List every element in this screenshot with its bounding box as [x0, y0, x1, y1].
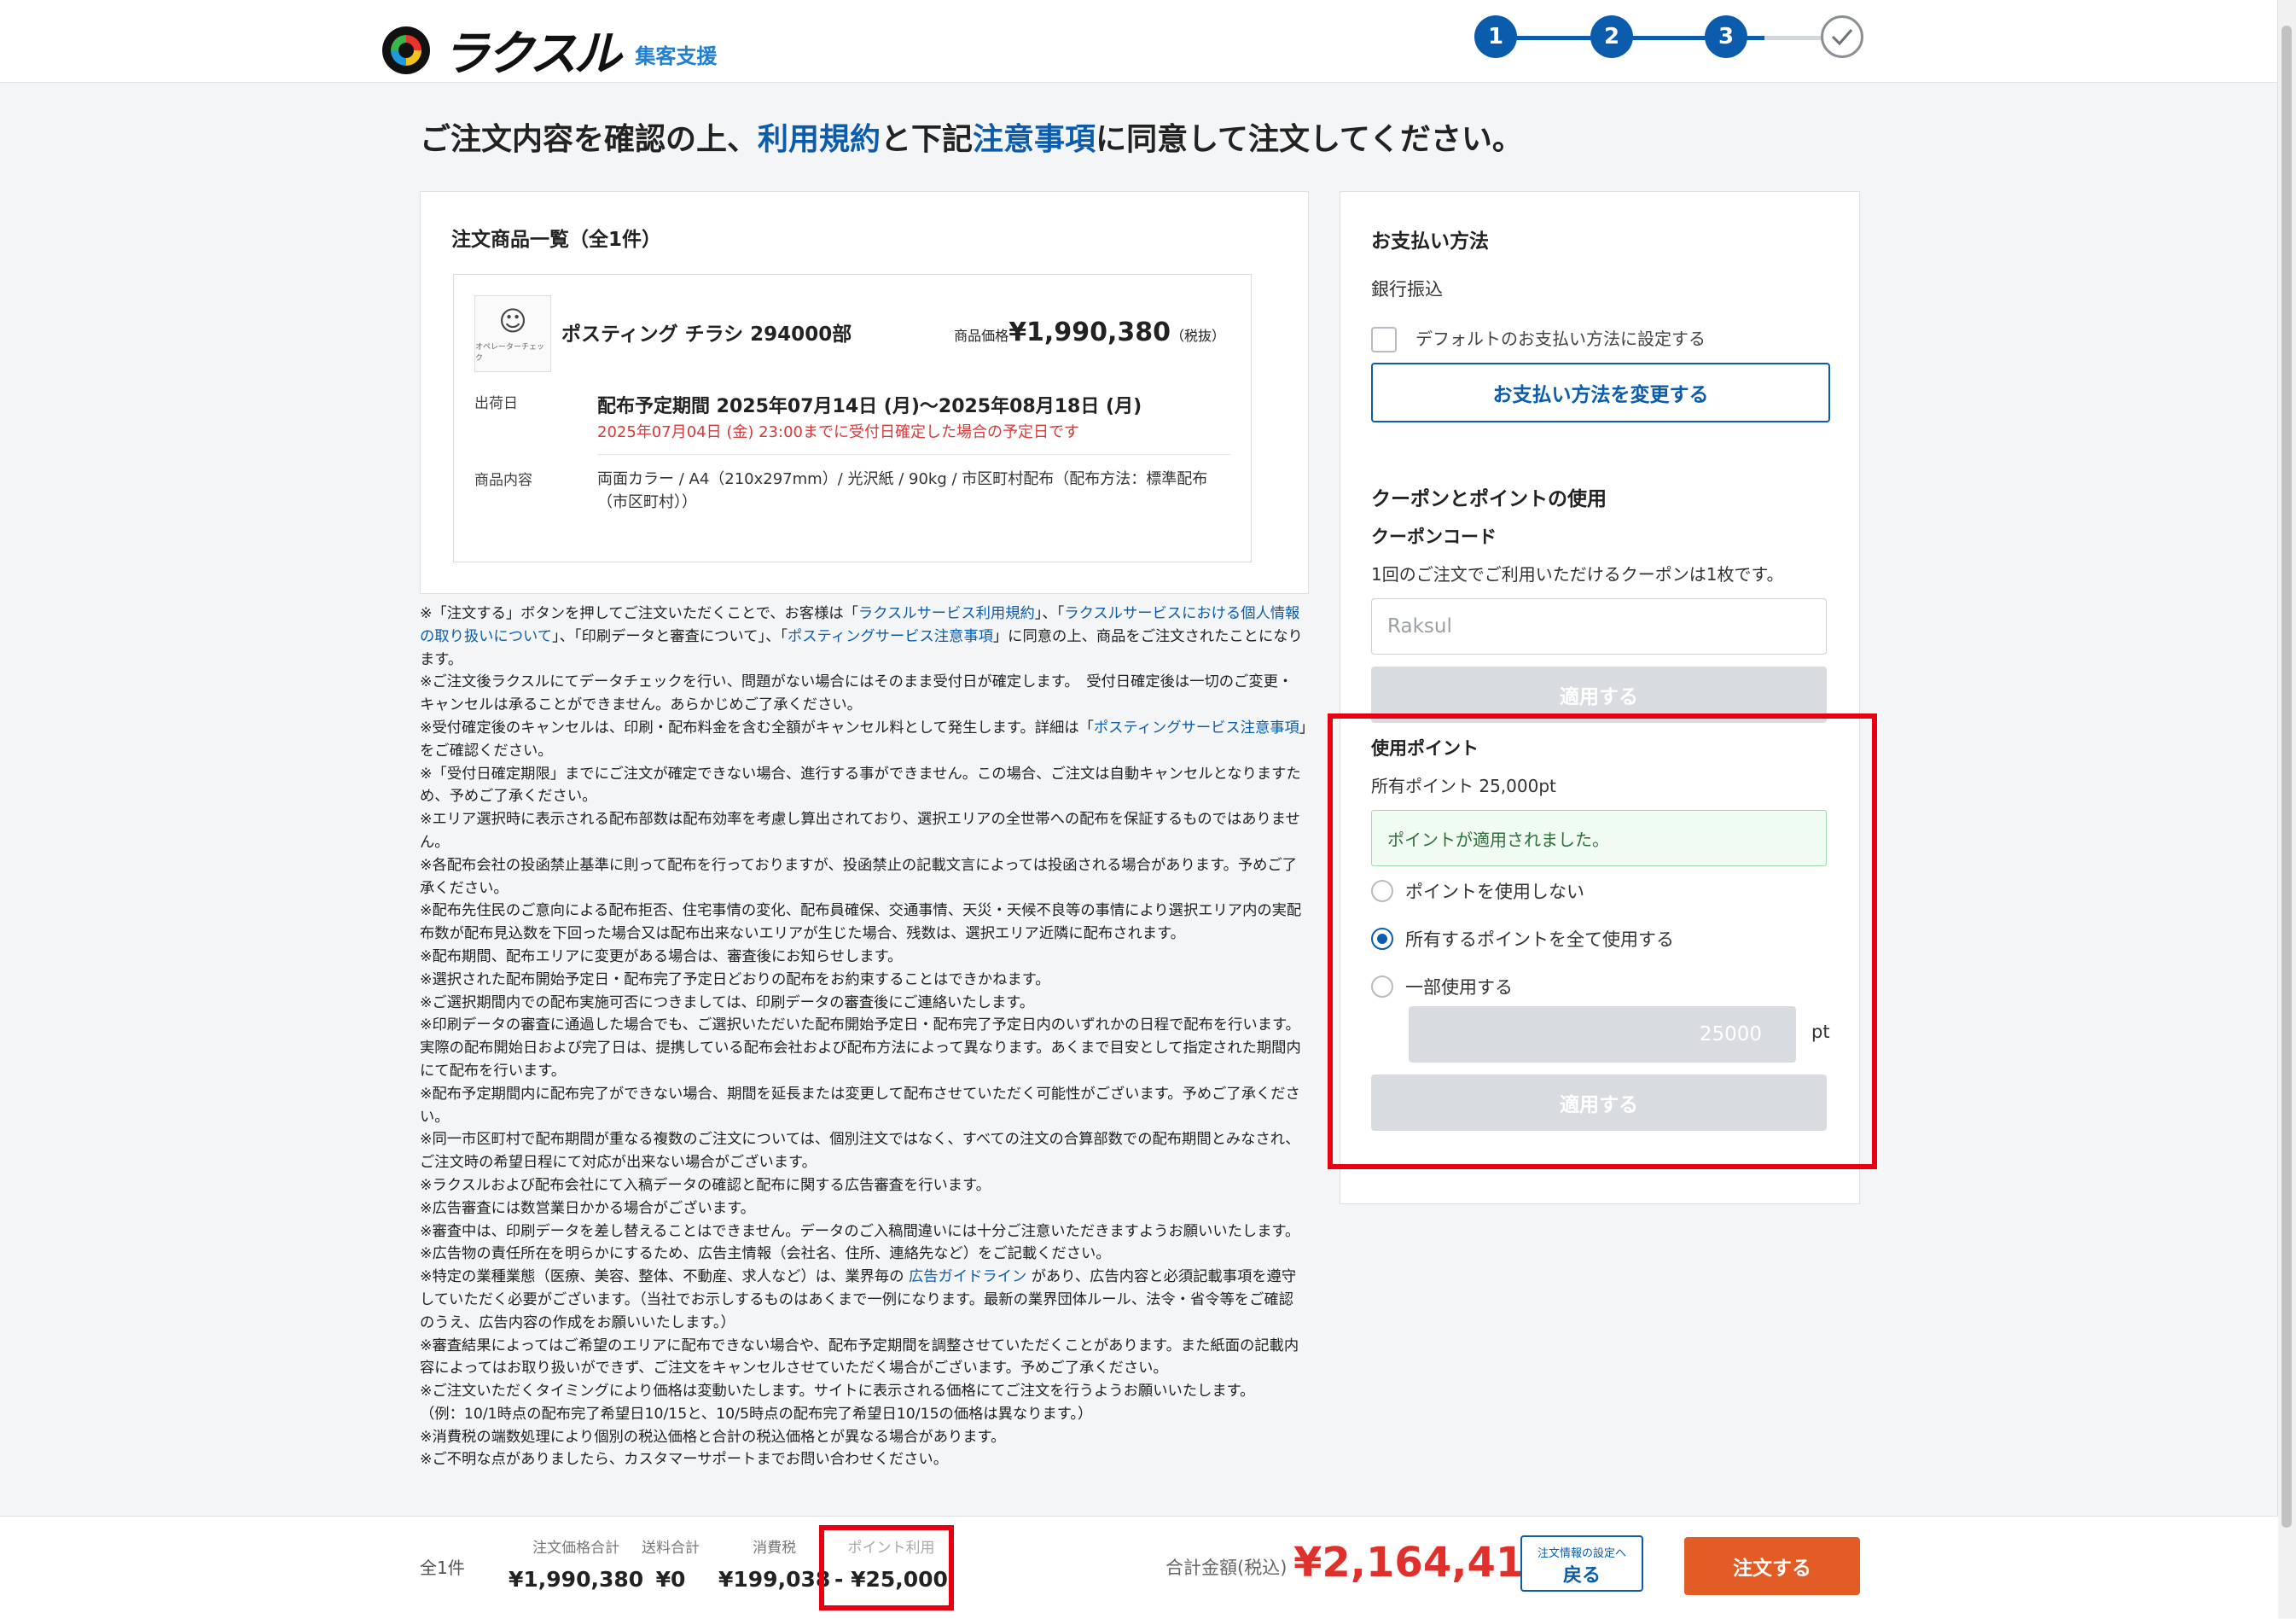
price-label: 商品価格: [954, 328, 1009, 344]
tax-value: ¥199,038: [718, 1567, 831, 1592]
item-count: 全1件: [420, 1558, 465, 1578]
note-line: ※広告審査には数営業日かかる場合がございます。: [420, 1199, 755, 1217]
progress-steps: 1 2 3: [1474, 15, 1863, 60]
cautions-link[interactable]: 注意事項: [973, 122, 1096, 157]
note-line: ※広告物の責任所在を明らかにするため、広告主情報（会社名、住所、連絡先など）をご…: [420, 1245, 1111, 1263]
coupon-code-title: クーポンコード: [1371, 527, 1497, 547]
subtotal-value: ¥1,990,380: [509, 1567, 644, 1592]
note-line: ※「受付日確定期限」までにご注文が確定できない場合、進行する事ができません。この…: [420, 765, 1301, 806]
coupon-input[interactable]: Raksul: [1371, 598, 1827, 655]
headline-text: ご注文内容を確認の上、: [420, 122, 759, 157]
product-item: ☺ オペレーターチェック ポスティング チラシ 294000部 商品価格¥1,9…: [453, 274, 1252, 562]
tax-label: 消費税: [753, 1540, 797, 1557]
note-line: （例：10/1時点の配布完了希望日10/15と、10/5時点の配布完了希望日10…: [420, 1405, 1093, 1423]
points-highlight-box: [1328, 713, 1877, 1169]
posting-cautions-link[interactable]: ポスティングサービス注意事項: [788, 628, 993, 645]
scrollbar-thumb[interactable]: [2281, 26, 2292, 1528]
terms-link[interactable]: 利用規約: [758, 122, 881, 157]
shipping-value: ¥0: [655, 1567, 686, 1592]
total-value: ¥2,164,418: [1293, 1539, 1553, 1587]
headline-text: に同意して注文してください。: [1096, 122, 1523, 157]
note-line: ※配布期間、配布エリアに変更がある場合は、審査後にお知らせします。: [420, 947, 903, 965]
service-terms-link[interactable]: ラクスルサービス利用規約: [858, 605, 1035, 622]
default-payment-checkbox[interactable]: [1371, 327, 1397, 352]
note-line: ※ご不明な点がありましたら、カスタマーサポートまでお問い合わせください。: [420, 1451, 948, 1469]
note-line: ※審査結果によってはご希望のエリアに配布できない場合や、配布予定期間を調整させて…: [420, 1337, 1299, 1377]
note-line: ※受付確定後のキャンセルは、印刷・配布料金を含む全額がキャンセル料として発生しま…: [420, 719, 1307, 760]
coupon-section-title: クーポンとポイントの使用: [1371, 488, 1607, 510]
delivery-period: 配布予定期間 2025年07月14日 (月)〜2025年08月18日 (月): [597, 396, 1142, 417]
note-line: ※ご注文後ラクスルにてデータチェックを行い、問題がない場合にはそのまま受付日が確…: [420, 673, 1293, 714]
note-line: ※ご注文いただくタイミングにより価格は変動いたします。サイトに表示される価格にて…: [420, 1383, 1255, 1401]
coupon-note: 1回のご注文でご利用いただけるクーポンは1枚です。: [1371, 564, 1784, 585]
page-scrollbar[interactable]: [2277, 0, 2296, 1618]
product-thumbnail: ☺ オペレーターチェック: [474, 295, 551, 372]
spec-label: 商品内容: [474, 472, 532, 489]
note-line: ※ラクスルおよび配布会社にて入稿データの確認と配布に関する広告審査を行います。: [420, 1176, 991, 1194]
note-line: ※各配布会社の投函禁止基準に則って配布を行っておりますが、投函禁止の記載文言によ…: [420, 856, 1298, 897]
ad-guideline-link[interactable]: 広告ガイドライン: [909, 1268, 1026, 1285]
logo[interactable]: ラクスル 集客支援: [382, 15, 717, 84]
back-button-subtext: 注文情報の設定へ: [1537, 1547, 1626, 1560]
order-summary-footer: 全1件 注文価格合計 ¥1,990,380 送料合計 ¥0 消費税 ¥199,0…: [0, 1516, 2278, 1619]
place-order-button[interactable]: 注文する: [1684, 1537, 1860, 1595]
check-icon: [1831, 29, 1853, 46]
posting-cautions-link-2[interactable]: ポスティングサービス注意事項: [1094, 719, 1299, 737]
subtotal: 注文価格合計 ¥1,990,380: [509, 1535, 643, 1592]
tax-note: （税抜）: [1170, 328, 1225, 344]
note-line: ※配布予定期間内に配布完了ができない場合、期間を延長または変更して配布させていた…: [420, 1085, 1300, 1126]
ship-date-label: 出荷日: [474, 395, 518, 412]
note-line: ※選択された配布開始予定日・配布完了予定日どおりの配布をお約束することはできかね…: [420, 970, 1050, 988]
operator-icon: ☺: [498, 305, 527, 337]
logo-subtitle: 集客支援: [635, 44, 718, 68]
note-line: ※ご選択期間内での配布実施可否につきましては、印刷データの審査後にご連絡いたしま…: [420, 993, 1035, 1011]
step-1: 1: [1474, 15, 1517, 58]
shipping-total: 送料合計 ¥0: [642, 1535, 700, 1592]
payment-title: お支払い方法: [1371, 230, 1489, 253]
delivery-note: 2025年07月04日 (金) 23:00までに受付日確定した場合の予定日です: [597, 423, 1079, 441]
change-payment-button[interactable]: お支払い方法を変更する: [1371, 363, 1830, 422]
logo-mark-icon: [382, 26, 430, 74]
back-button-label: 戻る: [1562, 1565, 1601, 1587]
product-spec: 両面カラー / A4（210x297mm）/ 光沢紙 / 90kg / 市区町村…: [597, 470, 1208, 511]
note-line: ※印刷データの審査に通過した場合でも、ご選択いただいた配布開始予定日・配布完了予…: [420, 1016, 1300, 1034]
note-line: ※審査中は、印刷データを差し替えることはできません。データのご入稿間違いには十分…: [420, 1222, 1300, 1240]
step-complete: [1821, 15, 1863, 58]
product-name: ポスティング チラシ 294000部: [561, 323, 852, 346]
headline-text: と下記: [881, 122, 974, 157]
subtotal-label: 注文価格合計: [532, 1540, 620, 1557]
order-items-card: 注文商品一覧（全1件） ☺ オペレーターチェック ポスティング チラシ 2940…: [420, 191, 1309, 594]
payment-method: 銀行振込: [1371, 279, 1443, 300]
order-items-title: 注文商品一覧（全1件）: [451, 229, 662, 251]
total-label: 合計金額(税込): [1165, 1558, 1288, 1578]
price-amount: ¥1,990,380: [1008, 317, 1171, 347]
logo-text: ラクスル: [442, 26, 621, 82]
default-payment-label[interactable]: デフォルトのお支払い方法に設定する: [1415, 325, 1706, 350]
back-to-settings-button[interactable]: 注文情報の設定へ 戻る: [1520, 1535, 1643, 1592]
header: ラクスル 集客支援 1 2 3: [0, 0, 2278, 83]
divider: [597, 454, 1230, 455]
note-line: ※「注文する」ボタンを押してご注文いただくことで、お客様は「ラクスルサービス利用…: [420, 605, 1303, 668]
thumbnail-caption: オペレーターチェック: [475, 343, 545, 363]
step-2: 2: [1590, 15, 1633, 58]
page-title: ご注文内容を確認の上、利用規約と下記注意事項に同意して注文してください。: [420, 114, 1523, 159]
product-price: 商品価格¥1,990,380（税抜）: [954, 317, 1225, 347]
note-line: 実際の配布開始日および完了日は、提携している配布会社および配布方法によって異なり…: [420, 1040, 1301, 1080]
tax-total: 消費税 ¥199,038: [718, 1535, 830, 1592]
step-3: 3: [1705, 15, 1747, 58]
shipping-label: 送料合計: [642, 1540, 700, 1557]
points-used-highlight-box: [819, 1525, 954, 1610]
order-notes: ※「注文する」ボタンを押してご注文いただくことで、お客様は「ラクスルサービス利用…: [420, 603, 1307, 1516]
note-line: ※配布先住民のご意向による配布拒否、住宅事情の変化、配布員確保、交通事情、天災・…: [420, 902, 1302, 943]
note-line: ※同一市区町村で配布期間が重なる複数のご注文については、個別注文ではなく、すべて…: [420, 1131, 1300, 1172]
note-line: ※エリア選択時に表示される配布部数は配布効率を考慮し算出されており、選択エリアの…: [420, 811, 1300, 851]
note-line: ※消費税の端数処理により個別の税込価格と合計の税込価格とが異なる場合があります。: [420, 1428, 1006, 1446]
note-line: ※特定の業種業態（医療、美容、整体、不動産、求人など）は、業界毎の 広告ガイドラ…: [420, 1268, 1297, 1331]
